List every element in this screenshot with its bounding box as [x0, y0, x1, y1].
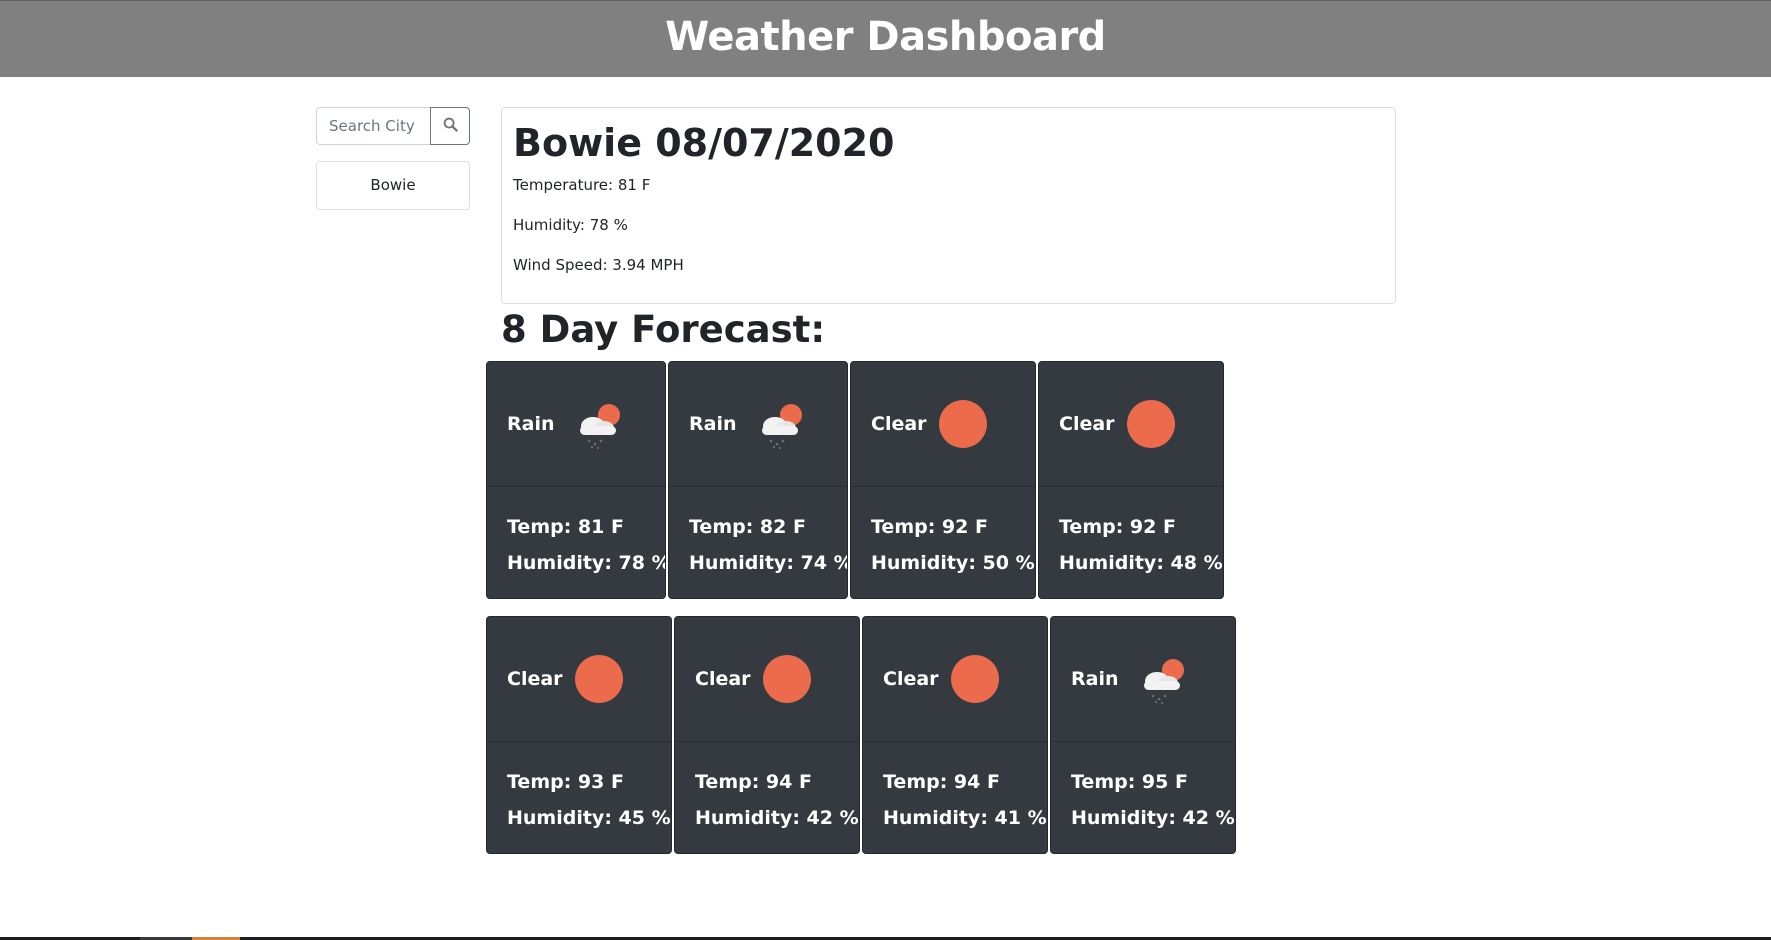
- current-city-date: Bowie 08/07/2020: [513, 121, 895, 165]
- forecast-condition: Rain: [1071, 668, 1119, 690]
- forecast-humidity: Humidity: 78 %: [507, 552, 666, 574]
- search-button[interactable]: [430, 107, 470, 145]
- page-header: Weather Dashboard: [0, 0, 1771, 77]
- rain-cloud-sun-icon: [1135, 651, 1191, 707]
- forecast-row: Rain Temp: 81 F Humidity: 78 % Rain Temp…: [486, 361, 1226, 599]
- sun-icon: [935, 396, 991, 452]
- forecast-humidity: Humidity: 74 %: [689, 552, 848, 574]
- current-temperature: Temperature: 81 F: [513, 176, 651, 194]
- sun-icon: [759, 651, 815, 707]
- forecast-condition: Clear: [507, 668, 563, 690]
- forecast-condition: Clear: [871, 413, 927, 435]
- current-weather-card: Bowie 08/07/2020 Temperature: 81 F Humid…: [501, 107, 1396, 304]
- forecast-temp: Temp: 94 F: [695, 771, 812, 793]
- forecast-humidity: Humidity: 42 %: [695, 807, 859, 829]
- sun-icon: [571, 651, 627, 707]
- forecast-card: Rain Temp: 95 F Humidity: 42 %: [1050, 616, 1236, 854]
- forecast-temp: Temp: 92 F: [871, 516, 988, 538]
- forecast-condition: Rain: [507, 413, 555, 435]
- forecast-row: Clear Temp: 93 F Humidity: 45 % Clear Te…: [486, 616, 1238, 854]
- forecast-temp: Temp: 93 F: [507, 771, 624, 793]
- forecast-humidity: Humidity: 50 %: [871, 552, 1035, 574]
- forecast-humidity: Humidity: 42 %: [1071, 807, 1235, 829]
- forecast-humidity: Humidity: 45 %: [507, 807, 671, 829]
- page-title: Weather Dashboard: [665, 14, 1106, 60]
- current-humidity: Humidity: 78 %: [513, 216, 628, 234]
- forecast-card: Clear Temp: 93 F Humidity: 45 %: [486, 616, 672, 854]
- forecast-temp: Temp: 81 F: [507, 516, 624, 538]
- rain-cloud-sun-icon: [571, 396, 627, 452]
- forecast-card: Rain Temp: 82 F Humidity: 74 %: [668, 361, 848, 599]
- current-wind-speed: Wind Speed: 3.94 MPH: [513, 256, 684, 274]
- forecast-temp: Temp: 95 F: [1071, 771, 1188, 793]
- forecast-humidity: Humidity: 41 %: [883, 807, 1047, 829]
- sun-icon: [1123, 396, 1179, 452]
- forecast-condition: Clear: [695, 668, 751, 690]
- search-input[interactable]: [316, 107, 430, 145]
- forecast-condition: Clear: [883, 668, 939, 690]
- forecast-card: Clear Temp: 94 F Humidity: 41 %: [862, 616, 1048, 854]
- forecast-card: Rain Temp: 81 F Humidity: 78 %: [486, 361, 666, 599]
- forecast-temp: Temp: 94 F: [883, 771, 1000, 793]
- forecast-temp: Temp: 92 F: [1059, 516, 1176, 538]
- forecast-card: Clear Temp: 92 F Humidity: 50 %: [850, 361, 1036, 599]
- forecast-humidity: Humidity: 48 %: [1059, 552, 1223, 574]
- sun-icon: [947, 651, 1003, 707]
- forecast-temp: Temp: 82 F: [689, 516, 806, 538]
- forecast-condition: Clear: [1059, 413, 1115, 435]
- search-icon: [443, 117, 458, 135]
- forecast-card: Clear Temp: 94 F Humidity: 42 %: [674, 616, 860, 854]
- history-item-bowie[interactable]: Bowie: [316, 161, 470, 210]
- forecast-card: Clear Temp: 92 F Humidity: 48 %: [1038, 361, 1224, 599]
- search-history-list: Bowie: [316, 161, 470, 210]
- forecast-heading: 8 Day Forecast:: [501, 308, 826, 351]
- rain-cloud-sun-icon: [753, 396, 809, 452]
- search-group: [316, 107, 470, 145]
- forecast-condition: Rain: [689, 413, 737, 435]
